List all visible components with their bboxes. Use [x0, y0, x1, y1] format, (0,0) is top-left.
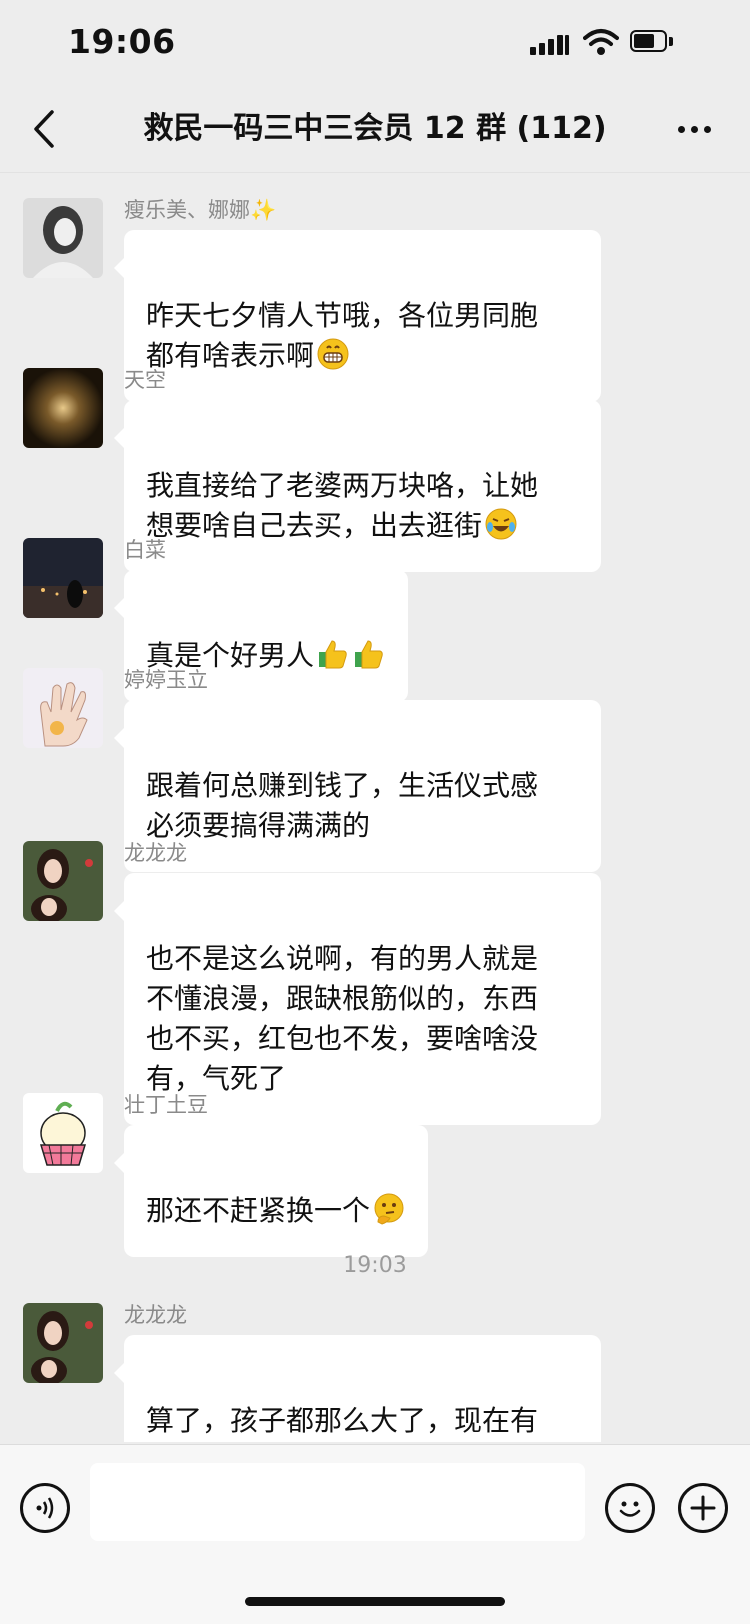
chat-title: 救民一码三中三会员 12 群 (112) — [143, 111, 607, 146]
avatar[interactable] — [23, 538, 103, 618]
avatar[interactable] — [23, 1093, 103, 1173]
time-divider: 19:03 — [343, 1253, 407, 1278]
battery-icon — [630, 30, 674, 54]
more-options-icon[interactable] — [670, 108, 720, 150]
sender-name: 婷婷玉立 — [124, 668, 208, 692]
message-bubble[interactable]: 那还不赶紧换一个 — [113, 1125, 429, 1257]
message-item: 壮丁土豆 那还不赶紧换一个 — [0, 1067, 750, 1257]
message-item: 龙龙龙 也不是这么说啊，有的男人就是 不懂浪漫，跟缺根筋似的，东西 也不买，红包… — [0, 815, 750, 1125]
nav-bar: 救民一码三中三会员 12 群 (112) — [0, 86, 750, 173]
input-bar — [0, 1444, 750, 1624]
voice-icon — [36, 1497, 54, 1519]
status-bar: 19:06 — [0, 0, 750, 86]
sender-name: 龙龙龙 — [124, 1303, 187, 1327]
message-item: 白菜 真是个好男人 — [0, 512, 750, 702]
smiley-icon — [619, 1501, 641, 1517]
home-indicator — [245, 1597, 505, 1606]
cellular-signal-icon — [530, 33, 570, 55]
avatar[interactable] — [23, 668, 103, 748]
thinking-emoji-icon — [374, 1193, 404, 1225]
status-time: 19:06 — [68, 22, 176, 61]
message-input[interactable] — [90, 1463, 585, 1541]
plus-icon — [690, 1495, 716, 1521]
more-functions-button[interactable] — [678, 1483, 728, 1533]
message-item: 天空 我直接给了老婆两万块咯，让她 想要啥自己去买，出去逛街 — [0, 342, 750, 572]
sparkles-icon: ✨ — [250, 198, 277, 222]
emoji-button[interactable] — [605, 1483, 655, 1533]
sender-name: 壮丁土豆 — [124, 1093, 208, 1117]
voice-input-button[interactable] — [20, 1483, 70, 1533]
message-item: 龙龙龙 算了，孩子都那么大了，现在有 何总的资料，老娘自己能挣钱 — [0, 1277, 750, 1442]
avatar[interactable] — [23, 368, 103, 448]
sender-name: 瘦乐美、娜娜✨ — [124, 198, 277, 222]
sender-name: 天空 — [124, 368, 166, 392]
avatar[interactable] — [23, 841, 103, 921]
message-item: 瘦乐美、娜娜✨ 昨天七夕情人节哦，各位男同胞 都有啥表示啊 — [0, 172, 750, 402]
sender-name: 白菜 — [124, 538, 166, 562]
avatar[interactable] — [23, 198, 103, 278]
message-item: 婷婷玉立 跟着何总赚到钱了，生活仪式感 必须要搞得满满的 — [0, 642, 750, 872]
message-bubble[interactable]: 算了，孩子都那么大了，现在有 何总的资料，老娘自己能挣钱 — [114, 1335, 601, 1442]
wifi-icon — [583, 29, 619, 55]
chat-message-list[interactable]: 瘦乐美、娜娜✨ 昨天七夕情人节哦，各位男同胞 都有啥表示啊 天空 我直接给了老婆… — [0, 172, 750, 1442]
avatar[interactable] — [23, 1303, 103, 1383]
sender-name: 龙龙龙 — [124, 841, 187, 865]
